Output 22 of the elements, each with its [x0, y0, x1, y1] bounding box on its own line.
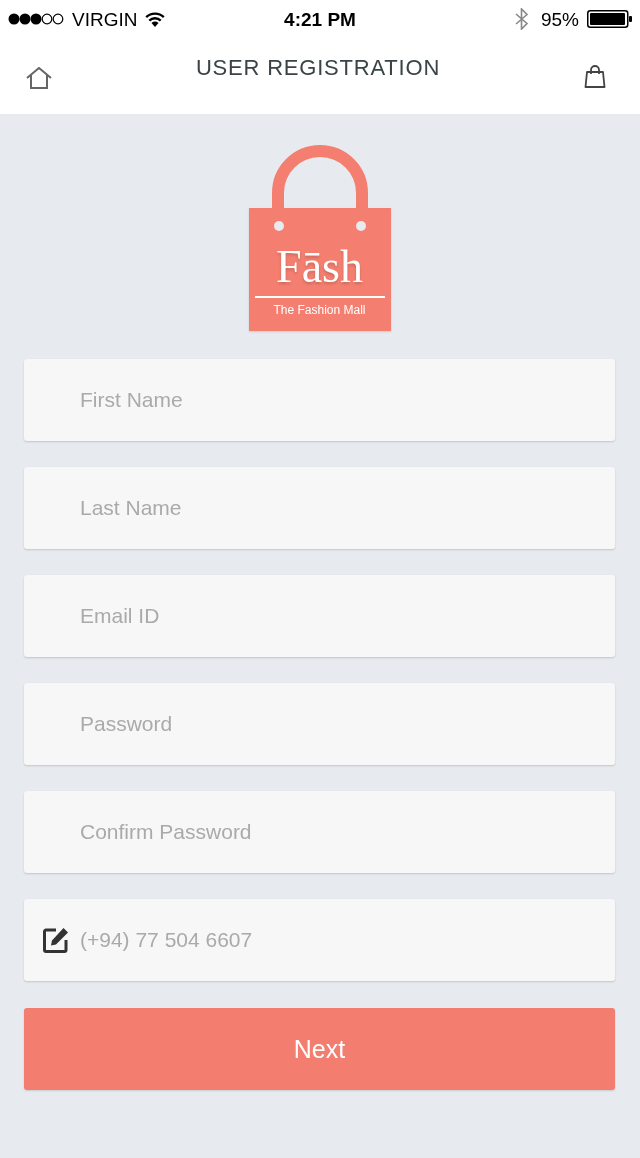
hole-icon — [273, 221, 284, 231]
input-field[interactable]: First Name — [24, 359, 615, 441]
brand-name: Fāsh — [276, 244, 363, 290]
battery-icon — [587, 10, 632, 28]
home-icon[interactable] — [26, 67, 52, 89]
clock-time: 4:21 PM — [284, 9, 356, 29]
brand-tagline: The Fashion Mall — [273, 303, 366, 317]
next-button[interactable]: Next — [24, 1008, 615, 1090]
shopping-bag-icon[interactable] — [584, 65, 606, 88]
battery-percentage: 95% — [540, 9, 579, 29]
edit-icon — [43, 927, 69, 953]
password-field[interactable]: Confirm Password — [24, 791, 615, 873]
input-field[interactable]: Email ID — [24, 575, 615, 657]
page-title: USER REGISTRATION — [195, 56, 441, 80]
carrier-name: VIRGIN — [72, 9, 138, 29]
bluetooth-icon — [514, 8, 529, 30]
wifi-icon — [145, 11, 166, 27]
hole-icon — [355, 221, 366, 231]
phone-field[interactable]: (+94) 77 504 6607 — [24, 899, 615, 981]
input-field[interactable]: Last Name — [24, 467, 615, 549]
password-field[interactable]: Password — [24, 683, 615, 765]
signal-strength-icon — [8, 13, 64, 25]
